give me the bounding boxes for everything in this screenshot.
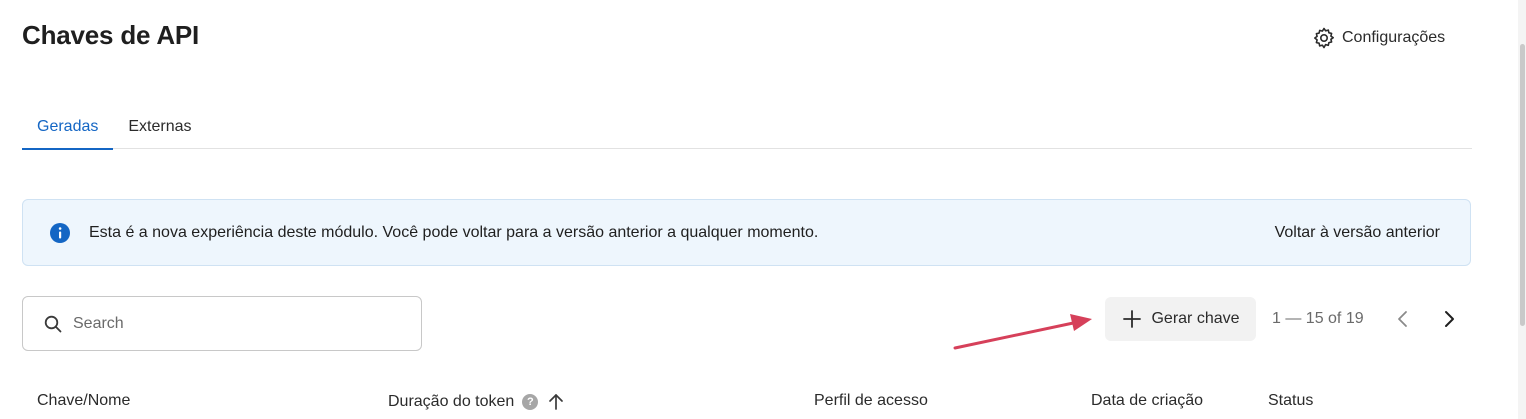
generate-key-button[interactable]: Gerar chave bbox=[1105, 297, 1256, 341]
info-banner: Esta é a nova experiência deste módulo. … bbox=[22, 199, 1471, 266]
tab-bar: Geradas Externas bbox=[22, 104, 1472, 150]
column-header-status[interactable]: Status bbox=[1268, 392, 1313, 410]
settings-label: Configurações bbox=[1342, 29, 1446, 46]
column-label: Status bbox=[1268, 392, 1314, 409]
generate-key-label: Gerar chave bbox=[1151, 310, 1240, 327]
gear-icon bbox=[1314, 27, 1334, 49]
pagination-range: 1 — 15 of 19 bbox=[1272, 310, 1364, 327]
chevron-right-icon bbox=[1445, 311, 1454, 327]
sort-ascending-icon[interactable] bbox=[546, 392, 566, 412]
search-field[interactable] bbox=[22, 296, 422, 351]
info-icon bbox=[50, 222, 70, 243]
column-header-creation-date[interactable]: Data de criação bbox=[1091, 392, 1203, 410]
previous-version-link[interactable]: Voltar à versão anterior bbox=[1275, 224, 1440, 242]
column-header-access-profile[interactable]: Perfil de acesso bbox=[814, 392, 928, 410]
settings-button[interactable]: Configurações bbox=[1312, 25, 1445, 51]
column-header-key-name[interactable]: Chave/Nome bbox=[37, 392, 130, 410]
previous-page-button[interactable] bbox=[1390, 306, 1416, 332]
chevron-left-icon bbox=[1398, 311, 1407, 327]
plus-icon bbox=[1123, 310, 1142, 328]
search-icon bbox=[44, 315, 62, 332]
tab-externas[interactable]: Externas bbox=[113, 104, 206, 149]
scrollbar-thumb[interactable] bbox=[1520, 44, 1525, 326]
next-page-button[interactable] bbox=[1436, 306, 1462, 332]
help-icon[interactable]: ? bbox=[522, 394, 539, 410]
column-label: Duração do token bbox=[388, 393, 515, 410]
column-header-token-duration[interactable]: Duração do token ? bbox=[388, 392, 566, 412]
banner-message: Esta é a nova experiência deste módulo. … bbox=[89, 223, 819, 241]
column-label: Data de criação bbox=[1091, 392, 1204, 409]
column-label: Chave/Nome bbox=[37, 392, 131, 409]
page-title: Chaves de API bbox=[22, 20, 200, 50]
column-label: Perfil de acesso bbox=[814, 392, 928, 409]
search-input[interactable] bbox=[73, 314, 393, 333]
tab-geradas[interactable]: Geradas bbox=[22, 104, 114, 150]
